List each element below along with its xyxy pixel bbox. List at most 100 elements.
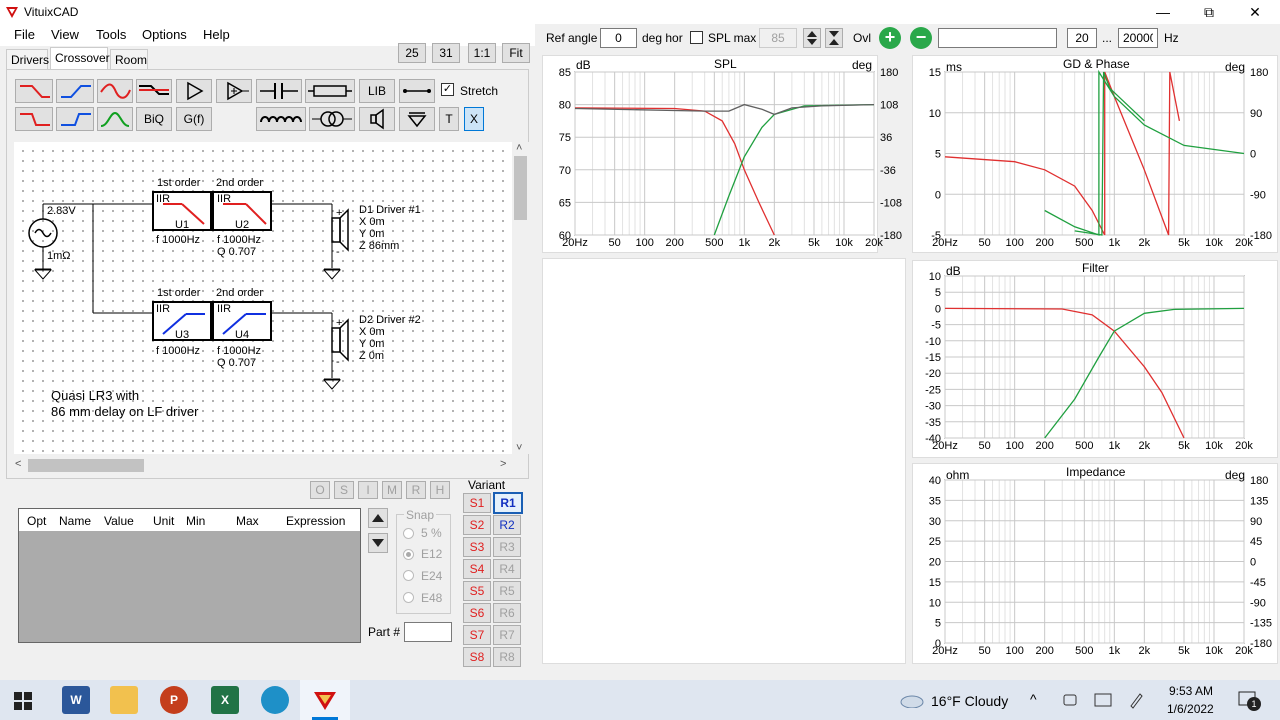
spl-y-tick-label: 65 (559, 197, 571, 209)
impedance-x-tick-label: 50 (979, 645, 991, 657)
gd-y2-tick-label: 0 (1250, 149, 1256, 161)
filter-x-tick-label: 1k (1109, 440, 1121, 452)
impedance-y-tick-label: 35 (929, 495, 941, 507)
impedance-y-tick-label: 30 (929, 516, 941, 528)
gd-x-tick-label: 2k (1139, 237, 1151, 249)
spl-y-tick-label: 75 (559, 132, 571, 144)
impedance-x-tick-label: 2k (1139, 645, 1151, 657)
filter-y-tick-label: -5 (931, 320, 941, 332)
gd-x-tick-label: 500 (1075, 237, 1093, 249)
impedance-y-tick-label: 0 (935, 638, 941, 650)
filter-y-tick-label: 0 (935, 303, 941, 315)
gd-y-tick-label: 10 (929, 108, 941, 120)
gd-left-unit: ms (946, 60, 962, 74)
impedance-y2-tick-label: 0 (1250, 557, 1256, 569)
impedance-y2-tick-label: -90 (1250, 597, 1266, 609)
impedance-y2-tick-label: 45 (1250, 536, 1262, 548)
impedance-x-tick-label: 5k (1178, 645, 1190, 657)
filter-y-tick-label: -20 (925, 368, 941, 380)
spl-y2-tick-label: 108 (880, 100, 898, 112)
filter-y-tick-label: -30 (925, 401, 941, 413)
spl-y-tick-label: 70 (559, 165, 571, 177)
clock-date[interactable]: 1/6/2022 (1167, 702, 1214, 716)
spl-y2-tick-label: -108 (880, 197, 902, 209)
spl-y2-tick-label: 36 (880, 132, 892, 144)
filter-x-tick-label: 2k (1139, 440, 1151, 452)
spl-x-tick-label: 200 (665, 237, 683, 249)
impedance-y-tick-label: 10 (929, 597, 941, 609)
gd-x-tick-label: 1k (1109, 237, 1121, 249)
filter-x-tick-label: 5k (1178, 440, 1190, 452)
filter-x-tick-label: 100 (1005, 440, 1023, 452)
spl-left-unit: dB (576, 58, 591, 72)
spl-x-tick-label: 1k (739, 237, 751, 249)
vituixcad-taskbar-item[interactable] (300, 680, 350, 720)
gd-x-tick-label: 50 (979, 237, 991, 249)
impedance-y2-tick-label: 90 (1250, 516, 1262, 528)
spl-y-tick-label: 85 (559, 67, 571, 79)
spl-y2-tick-label: -36 (880, 165, 896, 177)
excel-icon[interactable]: X (211, 686, 239, 714)
impedance-x-tick-label: 200 (1035, 645, 1053, 657)
gd-y2-tick-label: -90 (1250, 189, 1266, 201)
filter-x-tick-label: 20k (1235, 440, 1253, 452)
windows-start-icon[interactable] (14, 692, 32, 710)
impedance-y-tick-label: 25 (929, 536, 941, 548)
impedance-y2-tick-label: -45 (1250, 577, 1266, 589)
filter-y-tick-label: -40 (925, 433, 941, 445)
weather-cloud-icon[interactable] (900, 692, 924, 708)
spl-plot-area (574, 71, 875, 236)
spl-x-tick-label: 50 (609, 237, 621, 249)
filter-y-tick-label: -25 (925, 384, 941, 396)
impedance-x-tick-label: 500 (1075, 645, 1093, 657)
impedance-y-tick-label: 15 (929, 577, 941, 589)
impedance-y2-tick-label: 180 (1250, 475, 1268, 487)
filter-y-tick-label: -15 (925, 352, 941, 364)
filter-x-tick-label: 500 (1075, 440, 1093, 452)
edge-icon[interactable] (261, 686, 289, 714)
impedance-x-tick-label: 10k (1205, 645, 1223, 657)
network-icon[interactable] (1094, 692, 1112, 708)
pen-icon[interactable] (1128, 691, 1144, 709)
word-icon[interactable]: W (62, 686, 90, 714)
spl-x-tick-label: 5k (808, 237, 820, 249)
impedance-y-tick-label: 20 (929, 557, 941, 569)
gd-y-tick-label: 15 (929, 67, 941, 79)
spl-x-tick-label: 100 (635, 237, 653, 249)
gd-right-unit: deg (1225, 60, 1246, 74)
clock-time[interactable]: 9:53 AM (1169, 684, 1213, 698)
gd-y-tick-label: 5 (935, 149, 941, 161)
filter-y-tick-label: -10 (925, 336, 941, 348)
gd-y2-tick-label: 180 (1250, 67, 1268, 79)
impedance-chart-title: Impedance (1066, 465, 1126, 479)
weather-text[interactable]: 16°F Cloudy (931, 693, 1008, 709)
filter-y-tick-label: 10 (929, 271, 941, 283)
spl-y2-tick-label: -180 (880, 230, 902, 242)
file-explorer-icon[interactable] (110, 686, 138, 714)
spl-y-tick-label: 60 (559, 230, 571, 242)
spl-right-unit: deg (852, 58, 873, 72)
filter-chart-title: Filter (1082, 261, 1109, 275)
gd-y-tick-label: 0 (935, 189, 941, 201)
gd-y2-tick-label: 90 (1250, 108, 1262, 120)
meet-now-icon[interactable] (1062, 692, 1078, 708)
impedance-y2-tick-label: -135 (1250, 618, 1272, 630)
tray-expand-icon[interactable]: ^ (1030, 691, 1037, 707)
filter-x-tick-label: 200 (1035, 440, 1053, 452)
spl-y-tick-label: 80 (559, 100, 571, 112)
spl-chart-title: SPL (714, 57, 737, 71)
impedance-y-tick-label: 5 (935, 618, 941, 630)
impedance-y2-tick-label: 135 (1250, 495, 1268, 507)
filter-left-unit: dB (946, 264, 961, 278)
gd-x-tick-label: 10k (1205, 237, 1223, 249)
gd-x-tick-label: 5k (1178, 237, 1190, 249)
notification-count: 1 (1247, 697, 1261, 711)
taskbar: W P X 16°F Cloudy ^ 9:53 AM 1/6/2022 1 (0, 680, 1280, 720)
filter-x-tick-label: 10k (1205, 440, 1223, 452)
impedance-y-tick-label: 40 (929, 475, 941, 487)
impedance-left-unit: ohm (946, 468, 970, 482)
gd-x-tick-label: 200 (1035, 237, 1053, 249)
impedance-y2-tick-label: -180 (1250, 638, 1272, 650)
powerpoint-icon[interactable]: P (160, 686, 188, 714)
filter-y-tick-label: 5 (935, 287, 941, 299)
